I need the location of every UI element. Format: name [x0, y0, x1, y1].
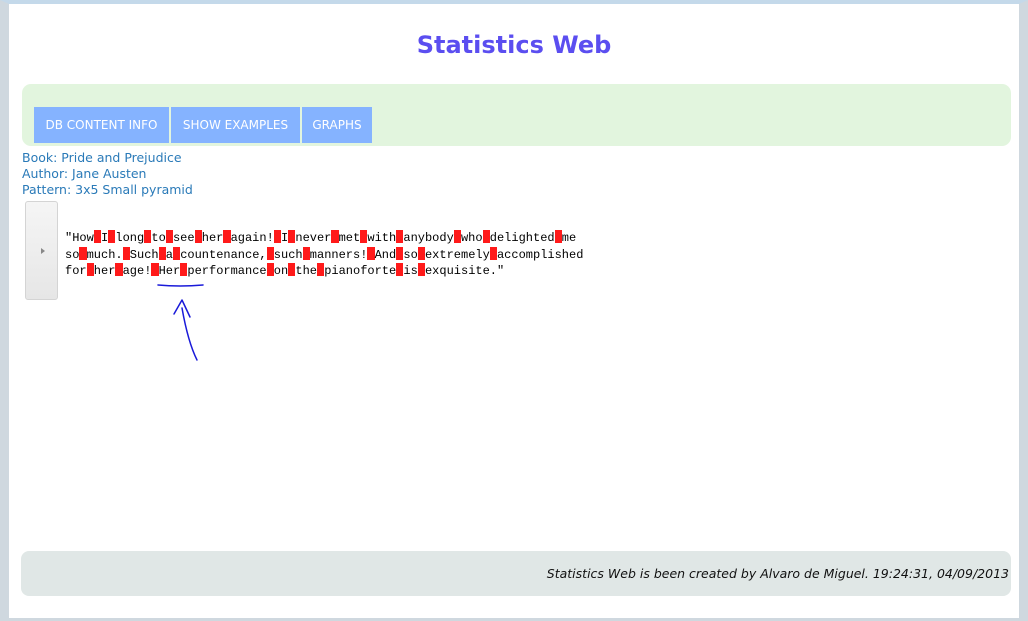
excerpt-word: anybody	[403, 231, 454, 245]
excerpt-word: "How	[65, 231, 94, 245]
excerpt-word: the	[295, 264, 317, 278]
excerpt-word: much.	[86, 247, 123, 262]
book-info: Book: Pride and Prejudice	[22, 150, 182, 165]
excerpt-word: accomplished	[496, 247, 584, 262]
excerpt-word: pianoforte	[324, 264, 397, 278]
excerpt-word: me	[561, 231, 577, 245]
excerpt-word: so	[65, 247, 80, 262]
excerpt-word: her	[93, 264, 116, 278]
word-gap-marker	[266, 246, 274, 260]
word-gap-marker	[122, 246, 130, 260]
author-info: Author: Jane Austen	[22, 166, 147, 181]
excerpt-word: And	[374, 247, 397, 262]
excerpt-word: is	[403, 264, 418, 278]
word-gap-marker	[417, 246, 425, 260]
word-gap-marker	[266, 263, 274, 276]
word-gap-marker	[302, 246, 310, 260]
excerpt-word: such	[273, 247, 303, 262]
excerpt-word: her	[201, 231, 224, 245]
excerpt-word: for	[65, 264, 87, 278]
excerpt-word: with	[367, 231, 397, 245]
annotation-arrow-icon	[157, 284, 204, 361]
word-gap-marker	[93, 230, 101, 243]
word-gap-marker	[194, 230, 202, 243]
word-gap-marker	[158, 246, 166, 260]
excerpt-word: so	[403, 247, 418, 262]
word-gap-marker	[453, 230, 461, 243]
excerpt-word: see	[172, 231, 195, 245]
show-examples-button[interactable]: SHOW EXAMPLES	[171, 107, 300, 143]
excerpt-word: never	[295, 231, 332, 245]
excerpt-word: I	[280, 231, 289, 245]
excerpt-word: manners!	[309, 247, 368, 262]
db-content-info-button[interactable]: DB CONTENT INFO	[34, 107, 169, 143]
word-gap-marker	[273, 230, 281, 243]
word-gap-marker	[331, 230, 339, 243]
excerpt-word: performance	[187, 264, 267, 278]
text-excerpt: "How I long to see her again! I never me…	[65, 230, 583, 280]
word-gap-marker	[115, 263, 123, 276]
word-gap-marker	[79, 246, 87, 260]
pattern-info: Pattern: 3x5 Small pyramid	[22, 182, 193, 197]
page-title: Statistics Web	[416, 31, 612, 59]
excerpt-word: to	[151, 231, 166, 245]
excerpt-line: so much. Such a countenance, such manner…	[65, 246, 584, 264]
word-gap-marker	[489, 246, 497, 260]
word-gap-marker	[554, 230, 562, 243]
excerpt-word: exquisite."	[424, 264, 505, 278]
excerpt-word: Her	[158, 264, 181, 278]
excerpt-word: long	[115, 231, 145, 245]
footer-text: Statistics Web is been created by Alvaro…	[546, 566, 1009, 581]
excerpt-line: "How I long to see her again! I never me…	[65, 230, 583, 247]
excerpt-word: who	[460, 231, 483, 245]
graphs-button[interactable]: GRAPHS	[302, 107, 372, 143]
word-gap-marker	[367, 246, 375, 260]
word-gap-marker	[86, 263, 94, 276]
word-gap-marker	[223, 230, 231, 243]
excerpt-word: extremely	[424, 247, 490, 262]
excerpt-word: I	[101, 231, 109, 245]
excerpt-word: a	[165, 247, 173, 262]
excerpt-word: again!	[230, 231, 274, 245]
excerpt-word: Such	[129, 247, 159, 262]
word-gap-marker	[482, 230, 490, 243]
word-gap-marker	[151, 263, 159, 276]
excerpt-word: on	[273, 264, 289, 278]
excerpt-word: delighted	[489, 231, 555, 245]
word-gap-marker	[165, 230, 173, 243]
expand-panel-toggle[interactable]	[25, 201, 58, 300]
excerpt-word: countenance,	[180, 247, 267, 262]
word-gap-marker	[417, 263, 425, 276]
excerpt-word: age!	[122, 264, 152, 278]
excerpt-line: for her age! Her performance on the pian…	[65, 263, 583, 280]
expand-arrow-icon	[41, 248, 45, 254]
excerpt-word: met	[338, 231, 361, 245]
